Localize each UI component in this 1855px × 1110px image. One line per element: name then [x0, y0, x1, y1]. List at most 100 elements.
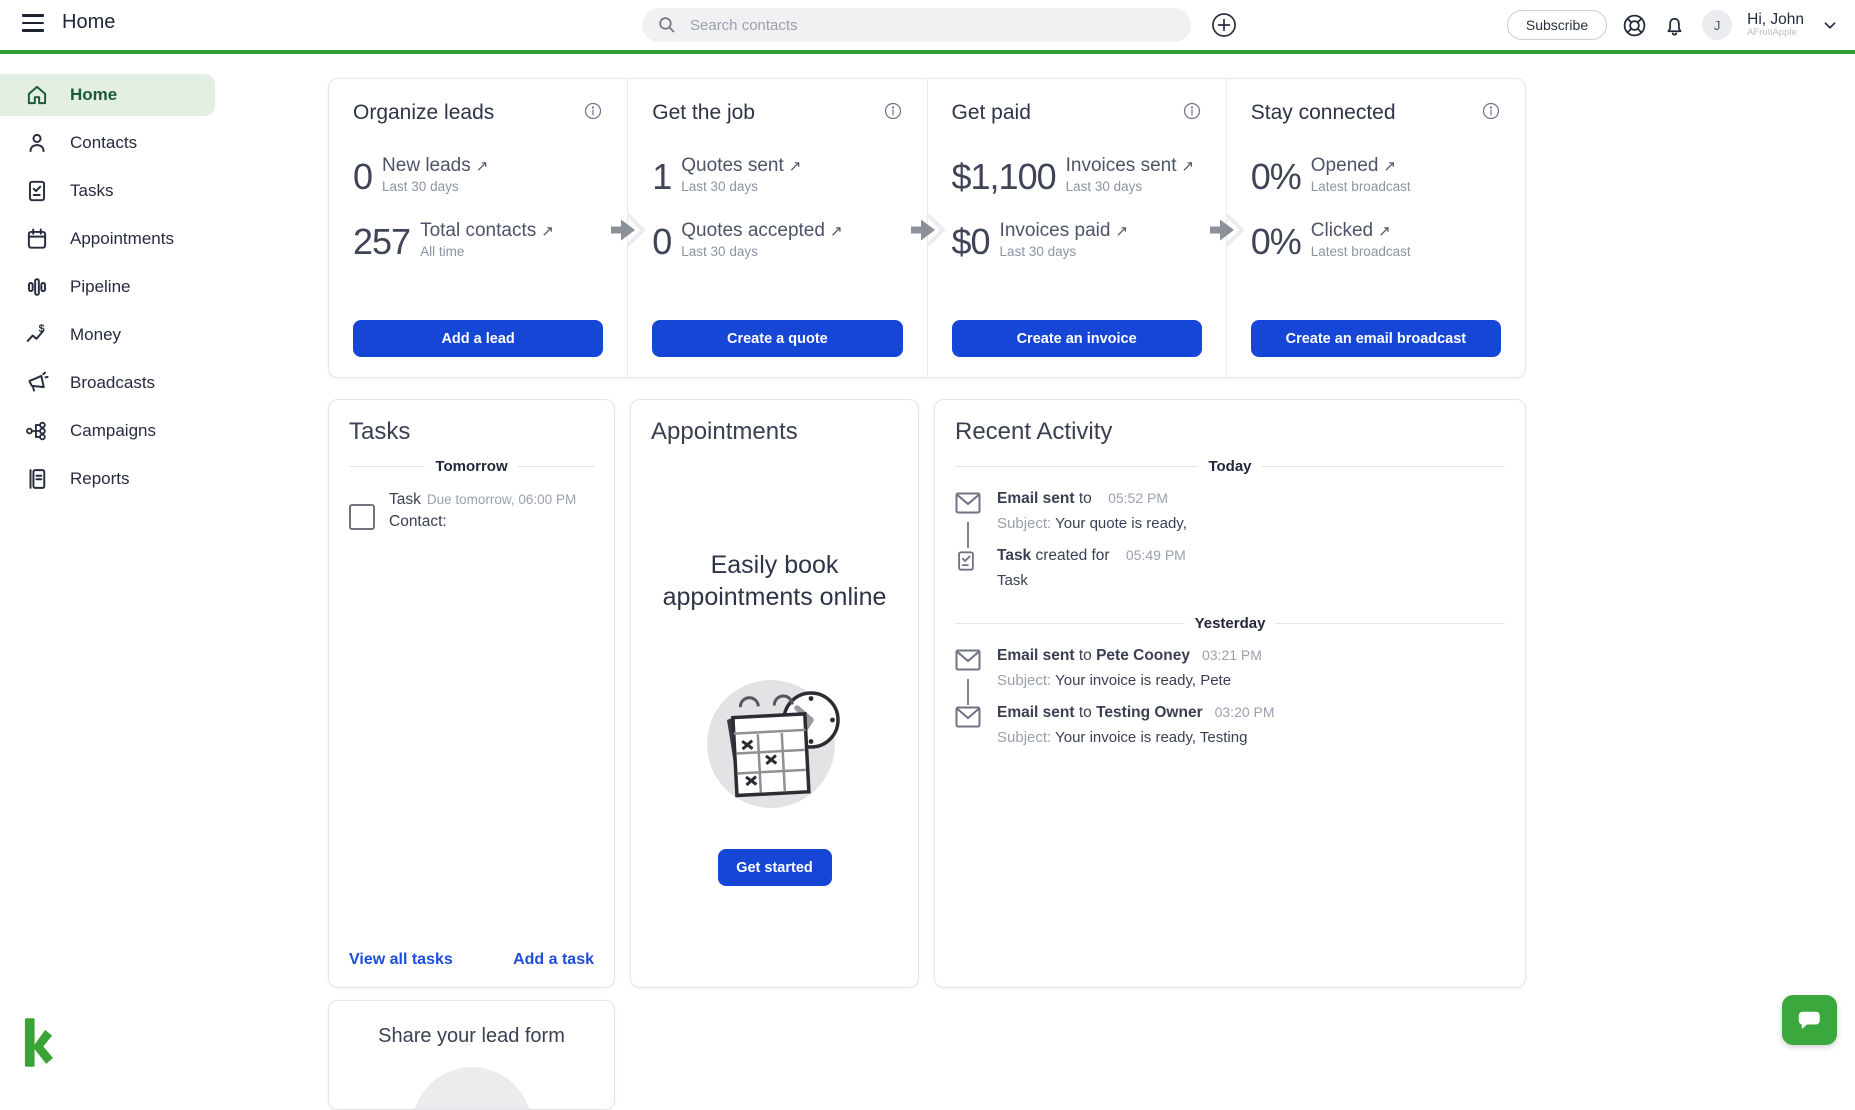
stat-value: $1,100 — [952, 160, 1056, 194]
stat-card-title: Get paid — [952, 101, 1031, 125]
sidebar-item-money[interactable]: $ Money — [0, 314, 215, 356]
search-bar[interactable] — [642, 8, 1191, 42]
activity-group-divider: Today — [955, 458, 1505, 475]
stat-sublabel: All time — [420, 244, 554, 259]
info-icon[interactable] — [1481, 101, 1501, 121]
stat-value: 0% — [1251, 160, 1301, 194]
sidebar-item-home[interactable]: Home — [0, 74, 215, 116]
sidebar-item-label: Reports — [70, 469, 130, 489]
get-started-button[interactable]: Get started — [718, 849, 832, 886]
stat-sublabel: Last 30 days — [1000, 244, 1128, 259]
activity-time: 05:49 PM — [1126, 547, 1186, 563]
task-checkbox[interactable] — [349, 504, 375, 530]
lead-form-title: Share your lead form — [329, 1001, 614, 1048]
sidebar-item-pipeline[interactable]: Pipeline — [0, 266, 215, 308]
task-due-date: Due tomorrow, 06:00 PM — [427, 492, 576, 507]
sidebar-item-appointments[interactable]: Appointments — [0, 218, 215, 260]
stat-label: Invoices sent — [1066, 155, 1177, 176]
stat-value: 1 — [652, 160, 671, 194]
activity-item[interactable]: Email sent to Testing Owner03:20 PM Subj… — [935, 689, 1525, 746]
svg-text:$: $ — [39, 323, 45, 335]
top-bar: Home Subscribe J Hi, John AFrutiApple — [0, 0, 1855, 50]
stat-quotes-sent[interactable]: 1 Quotes sent↗ Last 30 days — [652, 155, 902, 194]
stat-value: 0 — [652, 225, 671, 259]
chevron-down-icon[interactable] — [1819, 14, 1841, 36]
sidebar-item-label: Pipeline — [70, 277, 131, 297]
task-name[interactable]: Task — [389, 491, 421, 508]
activity-action: Task — [997, 547, 1031, 564]
sidebar-item-reports[interactable]: Reports — [0, 458, 215, 500]
subscribe-button[interactable]: Subscribe — [1507, 10, 1607, 40]
money-icon: $ — [24, 322, 50, 348]
notifications-bell-icon[interactable] — [1662, 13, 1687, 38]
stat-opened[interactable]: 0% Opened↗ Latest broadcast — [1251, 155, 1501, 194]
sidebar-item-label: Contacts — [70, 133, 137, 153]
sidebar-item-label: Appointments — [70, 229, 174, 249]
add-a-lead-button[interactable]: Add a lead — [353, 320, 603, 357]
appointments-card-title: Appointments — [631, 400, 918, 446]
appointments-empty-message: Easily book appointments online — [659, 550, 890, 613]
trend-arrow-icon: ↗ — [1383, 158, 1396, 175]
activity-group-label: Yesterday — [1195, 615, 1266, 632]
info-icon[interactable] — [583, 101, 603, 121]
stat-invoices-sent[interactable]: $1,100 Invoices sent↗ Last 30 days — [952, 155, 1202, 194]
stat-label: Quotes accepted — [681, 220, 825, 241]
add-a-task-link[interactable]: Add a task — [513, 951, 594, 969]
stat-total-contacts[interactable]: 257 Total contacts↗ All time — [353, 220, 603, 259]
activity-contact: Pete Cooney — [1096, 647, 1190, 664]
sidebar-item-contacts[interactable]: Contacts — [0, 122, 215, 164]
stat-value: 0% — [1251, 225, 1301, 259]
activity-item[interactable]: Email sent to Pete Cooney03:21 PM Subjec… — [935, 632, 1525, 689]
stat-invoices-paid[interactable]: $0 Invoices paid↗ Last 30 days — [952, 220, 1202, 259]
stat-card-get-the-job: Get the job 1 Quotes sent↗ Last 30 days … — [627, 79, 926, 377]
stat-value: 257 — [353, 225, 410, 259]
info-icon[interactable] — [883, 101, 903, 121]
lead-form-card: Share your lead form — [328, 1000, 615, 1110]
stat-card-stay-connected: Stay connected 0% Opened↗ Latest broadca… — [1226, 79, 1525, 377]
create-email-broadcast-button[interactable]: Create an email broadcast — [1251, 320, 1501, 357]
search-input[interactable] — [688, 16, 1177, 35]
sidebar-item-label: Money — [70, 325, 121, 345]
stat-sublabel: Last 30 days — [681, 244, 842, 259]
sidebar-item-campaigns[interactable]: Campaigns — [0, 410, 215, 452]
info-icon[interactable] — [1182, 101, 1202, 121]
trend-arrow-icon: ↗ — [789, 158, 802, 175]
sidebar: Home Contacts Tasks Appointments Pipelin… — [0, 74, 215, 506]
activity-time: 03:20 PM — [1215, 704, 1275, 720]
trend-arrow-icon: ↗ — [1182, 158, 1195, 175]
stat-label: New leads — [382, 155, 471, 176]
home-icon — [24, 82, 50, 108]
tasks-group-label: Tomorrow — [435, 458, 507, 475]
chat-launcher-button[interactable] — [1782, 995, 1837, 1045]
stat-sublabel: Last 30 days — [681, 179, 801, 194]
create-an-invoice-button[interactable]: Create an invoice — [952, 320, 1202, 357]
appointments-card: Appointments Easily book appointments on… — [630, 399, 919, 988]
avatar[interactable]: J — [1702, 10, 1732, 40]
subject-label: Subject: — [997, 672, 1051, 689]
pipeline-icon — [24, 274, 50, 300]
stat-clicked[interactable]: 0% Clicked↗ Latest broadcast — [1251, 220, 1501, 259]
activity-item[interactable]: Email sent to 05:52 PM Subject: Your quo… — [935, 475, 1525, 532]
stat-label: Clicked — [1311, 220, 1373, 241]
activity-item[interactable]: Task created for 05:49 PM Task — [935, 532, 1525, 589]
subject-label: Subject: — [997, 729, 1051, 746]
quick-add-icon[interactable] — [1211, 12, 1237, 38]
hamburger-menu-icon[interactable] — [22, 14, 44, 32]
create-a-quote-button[interactable]: Create a quote — [652, 320, 902, 357]
subject-text: Your quote is ready, — [1055, 515, 1187, 532]
stats-overview-card: Organize leads 0 New leads↗ Last 30 days… — [328, 78, 1526, 378]
subject-text: Task — [997, 572, 1028, 589]
stat-quotes-accepted[interactable]: 0 Quotes accepted↗ Last 30 days — [652, 220, 902, 259]
sidebar-item-tasks[interactable]: Tasks — [0, 170, 215, 212]
help-icon[interactable] — [1622, 13, 1647, 38]
view-all-tasks-link[interactable]: View all tasks — [349, 951, 453, 969]
search-icon — [656, 14, 678, 36]
account-menu[interactable]: Hi, John AFrutiApple — [1747, 11, 1804, 38]
trend-arrow-icon: ↗ — [1378, 223, 1391, 240]
task-list-item: TaskDue tomorrow, 06:00 PM Contact: — [329, 475, 614, 531]
sidebar-item-broadcasts[interactable]: Broadcasts — [0, 362, 215, 404]
stat-new-leads[interactable]: 0 New leads↗ Last 30 days — [353, 155, 603, 194]
keap-logo[interactable] — [22, 1017, 53, 1068]
activity-group-divider: Yesterday — [955, 615, 1505, 632]
activity-action: Email sent — [997, 704, 1075, 721]
